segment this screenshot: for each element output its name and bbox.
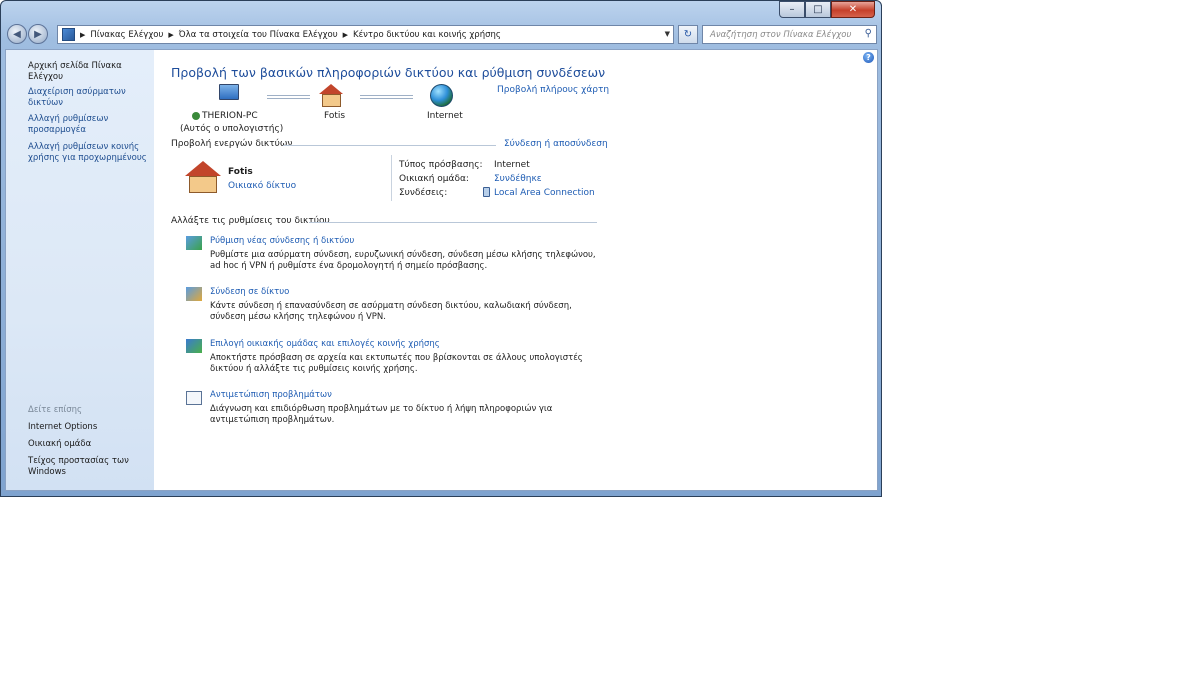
sidebar-see-also-homegroup[interactable]: Οικιακή ομάδα [28,439,91,450]
task-description: Διάγνωση και επιδιόρθωση προβλημάτων με … [210,404,553,425]
sidebar: Αρχική σελίδα Πίνακα Ελέγχου Διαχείριση … [6,50,154,490]
maximize-button[interactable]: □ [805,1,831,18]
change-settings-heading: Αλλάξτε τις ρυθμίσεις του δικτύου [171,216,330,226]
sidebar-item-wireless[interactable]: Διαχείριση ασύρματων δικτύων [28,87,138,109]
task-description: Ρυθμίστε μια ασύρματη σύνδεση, ευρυζωνικ… [210,250,596,271]
homegroup-label: Οικιακή ομάδα: [399,174,469,184]
computer-sub-icon: THERION-PC [192,111,272,121]
breadcrumb-network-center[interactable]: Κέντρο δικτύου και κοινής χρήσης [353,30,501,40]
minimize-button[interactable]: – [779,1,805,18]
active-networks-heading: Προβολή ενεργών δικτύων [171,139,293,149]
help-icon[interactable]: ? [863,52,874,63]
task-title-link[interactable]: Ρύθμιση νέας σύνδεσης ή δικτύου [210,236,354,246]
task-description: Αποκτήστε πρόσβαση σε αρχεία και εκτυπωτ… [210,353,583,374]
homegroup-icon [186,339,202,353]
internet-globe-icon [430,84,453,107]
sidebar-item-advanced-sharing[interactable]: Αλλαγή ρυθμίσεων κοινής χρήσης για προχω… [28,142,148,164]
close-button[interactable]: ✕ [831,1,875,18]
breadcrumb-chevron-icon: ▶ [80,30,86,39]
ethernet-icon [483,187,490,197]
main-panel: Προβολή των βασικών πληροφοριών δικτύου … [171,50,611,490]
refresh-button[interactable]: ↻ [678,25,698,44]
sidebar-item-adapter[interactable]: Αλλαγή ρυθμίσεων προσαρμογέα [28,114,138,136]
breadcrumb-chevron-icon: ▶ [342,30,349,39]
connect-network-icon [186,287,202,301]
computer-icon [219,84,239,100]
address-bar[interactable]: ▶ Πίνακας Ελέγχου ▶ Όλα τα στοιχεία του … [57,25,674,44]
sidebar-see-also-firewall[interactable]: Τείχος προστασίας των Windows [28,456,133,478]
task-title-link[interactable]: Αντιμετώπιση προβλημάτων [210,390,332,400]
search-placeholder: Αναζήτηση στον Πίνακα Ελέγχου [710,30,852,40]
page-title: Προβολή των βασικών πληροφοριών δικτύου … [171,65,606,80]
control-panel-icon [62,28,75,41]
computer-name: THERION-PC [202,111,258,121]
internet-label: Internet [427,111,463,121]
computer-subtitle: (Αυτός ο υπολογιστής) [180,124,284,134]
network-type-link[interactable]: Οικιακό δίκτυο [228,181,296,191]
connect-disconnect-link[interactable]: Σύνδεση ή αποσύνδεση [504,139,608,149]
navigation-bar: ◀ ▶ ▶ Πίνακας Ελέγχου ▶ Όλα τα στοιχεία … [5,21,877,47]
back-button[interactable]: ◀ [7,24,27,44]
breadcrumb-control-panel[interactable]: Πίνακας Ελέγχου [90,30,163,40]
breadcrumb-all-items[interactable]: Όλα τα στοιχεία του Πίνακα Ελέγχου [179,30,338,40]
map-link-line [360,95,413,99]
active-network-name: Fotis [228,167,253,177]
task-title-link[interactable]: Σύνδεση σε δίκτυο [210,287,289,297]
access-type-value: Internet [494,160,530,170]
see-also-heading: Δείτε επίσης [28,405,83,415]
network-name-label: Fotis [324,111,346,121]
search-icon[interactable]: ⚲ [865,28,872,39]
access-type-label: Τύπος πρόσβασης: [399,160,483,170]
sidebar-home-link[interactable]: Αρχική σελίδα Πίνακα Ελέγχου [28,61,153,83]
homegroup-link[interactable]: Συνδέθηκε [494,174,542,184]
map-link-line [267,95,310,99]
search-input[interactable]: Αναζήτηση στον Πίνακα Ελέγχου ⚲ [702,25,877,44]
task-description: Κάντε σύνδεση ή επανασύνδεση σε ασύρματη… [210,301,572,322]
vertical-divider [391,155,392,201]
sidebar-see-also-internet-options[interactable]: Internet Options [28,422,97,433]
breadcrumb-chevron-icon: ▶ [168,30,174,39]
section-divider [309,222,597,223]
task-title-link[interactable]: Επιλογή οικιακής ομάδας και επιλογές κοι… [210,339,440,349]
network-setup-icon [186,236,202,250]
troubleshoot-icon [186,391,202,405]
local-area-connection-link[interactable]: Local Area Connection [494,188,595,198]
full-map-link[interactable]: Προβολή πλήρους χάρτη [497,85,609,95]
section-divider [283,145,496,146]
network-center-window: – □ ✕ ◀ ▶ ▶ Πίνακας Ελέγχου ▶ Όλα τα στο… [0,0,882,497]
connections-label: Συνδέσεις: [399,188,448,198]
address-dropdown-icon[interactable]: ▼ [665,30,670,38]
forward-button[interactable]: ▶ [28,24,48,44]
caption-buttons: – □ ✕ [779,1,875,19]
content-area: ? Αρχική σελίδα Πίνακα Ελέγχου Διαχείρισ… [5,49,878,491]
